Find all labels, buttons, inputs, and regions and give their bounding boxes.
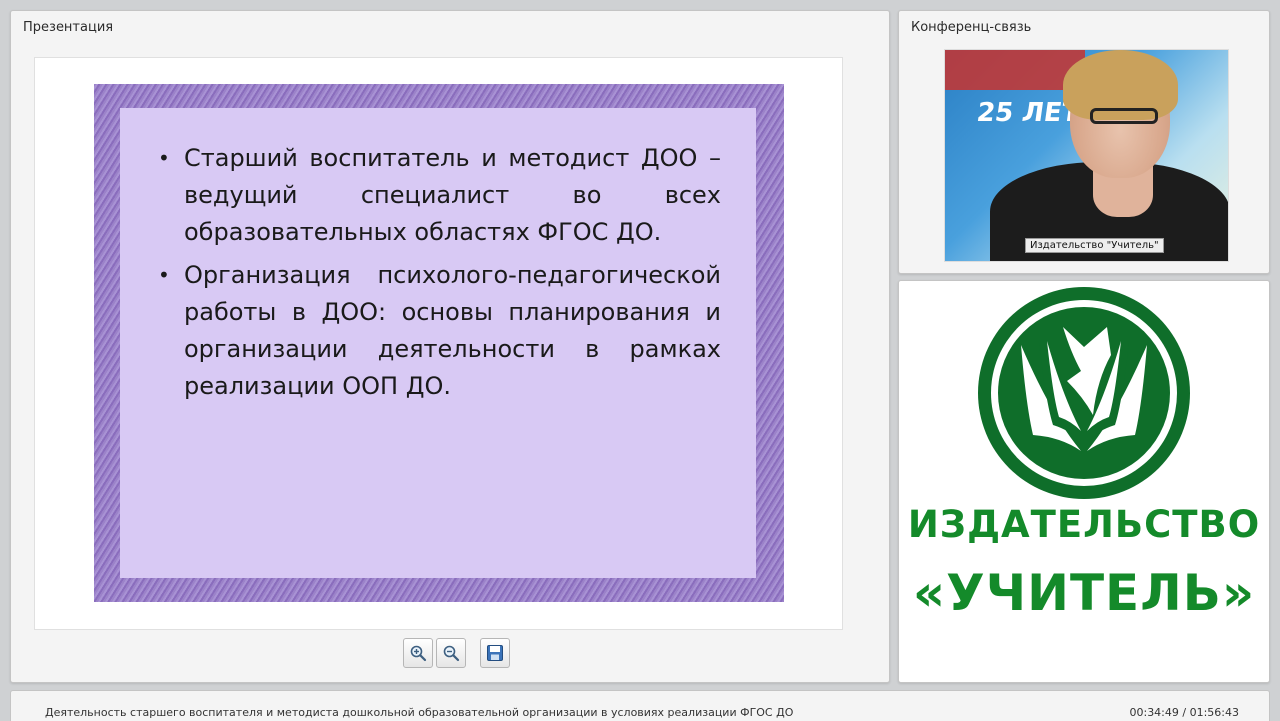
slide-frame: • Старший воспитатель и методист ДОО – в… xyxy=(94,84,784,602)
presentation-title: Презентация xyxy=(23,20,114,35)
conference-title: Конференц-связь xyxy=(911,20,1032,35)
video-caption: Издательство "Учитель" xyxy=(1025,238,1164,253)
footer-bar: Деятельность старшего воспитателя и мето… xyxy=(10,690,1270,721)
zoom-in-button[interactable] xyxy=(403,638,433,668)
floppy-disk-icon xyxy=(487,645,503,661)
zoom-in-icon xyxy=(410,645,427,662)
lecture-title: Деятельность старшего воспитателя и мето… xyxy=(45,706,794,719)
slide-bullet-text: Организация психолого-педагогической раб… xyxy=(184,261,721,400)
speaker-glasses xyxy=(1090,108,1158,124)
slide-bullet-item: • Организация психолого-педагогической р… xyxy=(156,257,721,405)
bullet-dot-icon: • xyxy=(158,263,170,287)
slide-viewer[interactable]: • Старший воспитатель и методист ДОО – в… xyxy=(34,57,843,630)
playback-timecode: 00:34:49 / 01:56:43 xyxy=(1129,706,1239,719)
publisher-logo-icon xyxy=(978,287,1190,499)
zoom-out-button[interactable] xyxy=(436,638,466,668)
bullet-dot-icon: • xyxy=(158,146,170,170)
publisher-logo-panel: ИЗДАТЕЛЬСТВО «УЧИТЕЛЬ» xyxy=(898,280,1270,683)
slide-bullet-list: • Старший воспитатель и методист ДОО – в… xyxy=(156,140,721,411)
slide-content: • Старший воспитатель и методист ДОО – в… xyxy=(120,108,756,578)
presentation-panel: Презентация • Старший воспитатель и мето… xyxy=(10,10,890,683)
save-button[interactable] xyxy=(480,638,510,668)
zoom-out-icon xyxy=(443,645,460,662)
logo-text-publisher: ИЗДАТЕЛЬСТВО xyxy=(907,503,1261,546)
slide-bullet-text: Старший воспитатель и методист ДОО – вед… xyxy=(184,144,721,246)
conference-panel: Конференц-связь 25 ЛЕТ Издательство "Учи… xyxy=(898,10,1270,274)
webcam-video[interactable]: 25 ЛЕТ Издательство "Учитель" xyxy=(944,49,1229,262)
slide-bullet-item: • Старший воспитатель и методист ДОО – в… xyxy=(156,140,721,251)
logo-text-name: «УЧИТЕЛЬ» xyxy=(912,564,1256,622)
